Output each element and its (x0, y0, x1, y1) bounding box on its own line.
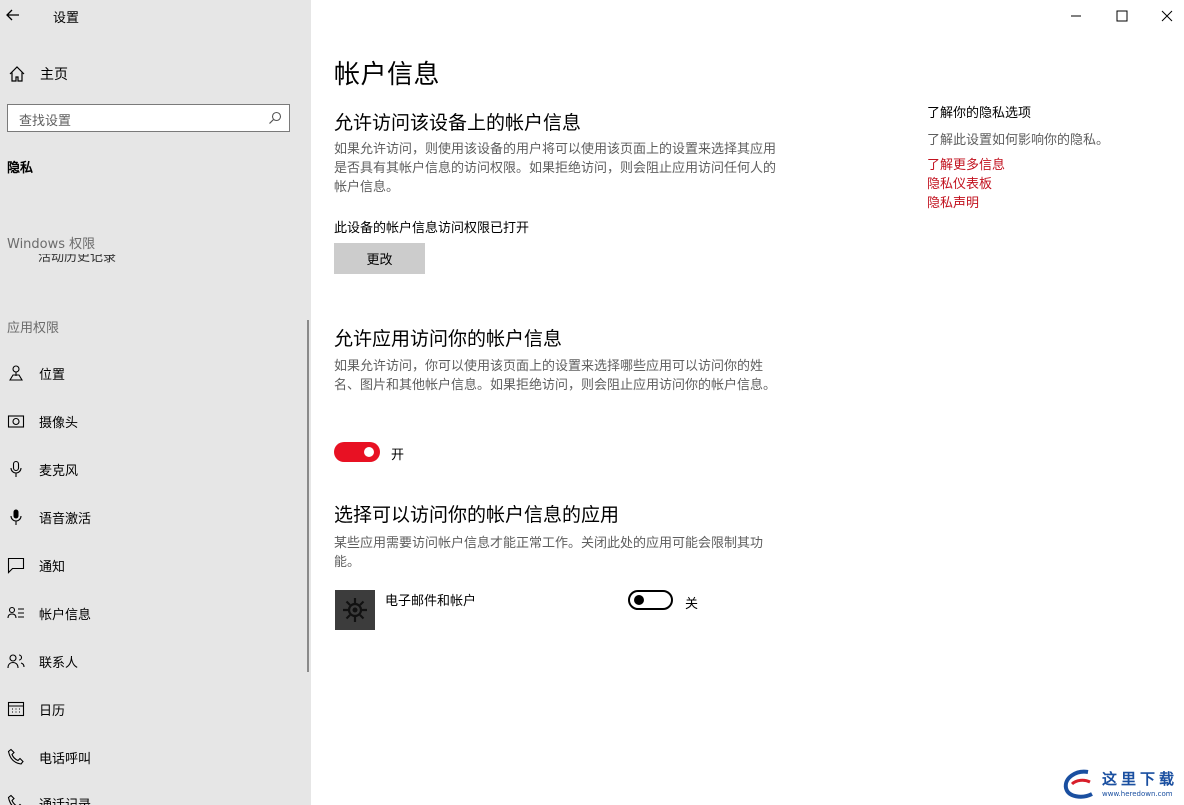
sidebar-item-label: 电话呼叫 (39, 751, 92, 767)
account-info-icon (7, 606, 24, 619)
location-icon (9, 365, 23, 381)
calendar-icon (7, 701, 25, 717)
home-label: 主页 (40, 67, 68, 83)
sidebar-item-phone[interactable]: 电话呼叫 (7, 746, 91, 768)
windows-permissions-heading: Windows 权限 (7, 237, 96, 252)
app-access-toggle[interactable] (334, 442, 380, 462)
minimize-button[interactable] (1066, 6, 1086, 26)
section-description-app-access: 如果允许访问，你可以使用该页面上的设置来选择哪些应用可以访问你的姓名、图片和其他… (334, 359, 777, 393)
sidebar-item-label: 麦克风 (39, 463, 79, 479)
sidebar-item-activity-history[interactable]: 活动历史记录 (7, 254, 207, 266)
maximize-icon (1116, 10, 1128, 22)
sidebar-item-label: 摄像头 (39, 415, 79, 431)
search-input[interactable]: 查找设置 (7, 104, 290, 132)
search-placeholder: 查找设置 (19, 114, 72, 129)
back-button[interactable] (6, 4, 26, 26)
toggle-knob (634, 595, 644, 605)
app-name-mail-accounts: 电子邮件和帐户 (385, 594, 477, 609)
watermark-logo: 这里下载 www.heredown.com (1058, 766, 1178, 802)
sidebar-item-call-history[interactable]: 通话记录 (7, 792, 91, 805)
section-heading-choose-apps: 选择可以访问你的帐户信息的应用 (334, 504, 620, 526)
minimize-icon (1071, 15, 1081, 17)
sidebar-item-label: 帐户信息 (39, 607, 92, 623)
device-access-status: 此设备的帐户信息访问权限已打开 (334, 221, 530, 236)
sidebar-item-label: 日历 (39, 703, 66, 719)
privacy-dashboard-link[interactable]: 隐私仪表板 (927, 173, 992, 192)
sidebar-item-label: 通知 (39, 559, 66, 575)
sidebar: 设置 主页 查找设置 隐私 Windows 权限 活动历史记录 应用权限 位置 … (0, 0, 311, 805)
camera-icon (7, 415, 25, 428)
home-icon (9, 66, 25, 82)
sidebar-item-label: 语音激活 (39, 511, 92, 527)
contacts-icon (7, 654, 25, 669)
privacy-heading: 隐私 (7, 161, 34, 176)
app-access-toggle-state: 开 (391, 448, 405, 463)
watermark-url: www.heredown.com (1102, 790, 1173, 798)
mail-accounts-toggle[interactable] (628, 590, 673, 610)
toggle-knob (364, 447, 374, 457)
mail-accounts-toggle-state: 关 (685, 597, 699, 612)
section-heading-app-access: 允许应用访问你的帐户信息 (334, 328, 563, 350)
activity-history-label: 活动历史记录 (38, 254, 117, 265)
sidebar-item-label: 位置 (39, 367, 66, 383)
page-title: 帐户信息 (334, 60, 441, 90)
section-description-choose-apps: 某些应用需要访问帐户信息才能正常工作。关闭此处的应用可能会限制其功能。 (334, 536, 764, 570)
app-title: 设置 (53, 11, 80, 26)
section-heading-device-access: 允许访问该设备上的帐户信息 (334, 112, 582, 134)
watermark-swirl-icon (1063, 769, 1093, 799)
sidebar-item-camera[interactable]: 摄像头 (7, 410, 78, 432)
change-button[interactable]: 更改 (334, 243, 425, 274)
sidebar-item-voice-activation[interactable]: 语音激活 (7, 506, 91, 528)
sidebar-item-contacts[interactable]: 联系人 (7, 650, 78, 672)
sidebar-scrollbar[interactable] (307, 320, 309, 672)
gear-icon (343, 598, 367, 622)
sidebar-item-label: 通话记录 (39, 797, 92, 805)
voice-activation-icon (10, 509, 22, 525)
sidebar-item-home[interactable]: 主页 (8, 64, 68, 84)
sidebar-item-calendar[interactable]: 日历 (7, 698, 65, 720)
sidebar-item-location[interactable]: 位置 (7, 362, 65, 384)
section-description-device-access: 如果允许访问，则使用该设备的用户将可以使用该页面上的设置来选择其应用是否具有其帐… (334, 142, 777, 195)
learn-more-link[interactable]: 了解更多信息 (927, 154, 1005, 173)
app-permissions-heading: 应用权限 (7, 321, 60, 336)
call-history-icon (7, 794, 22, 805)
maximize-button[interactable] (1112, 6, 1132, 26)
close-button[interactable] (1157, 6, 1177, 26)
sidebar-item-notification[interactable]: 通知 (7, 554, 65, 576)
sidebar-item-microphone[interactable]: 麦克风 (7, 458, 78, 480)
watermark-text: 这里下载 (1102, 770, 1179, 788)
phone-icon (7, 748, 24, 765)
close-icon (1161, 10, 1173, 22)
notification-icon (7, 557, 25, 574)
mail-accounts-app-icon (335, 590, 375, 630)
aside-title: 了解你的隐私选项 (927, 106, 1032, 121)
aside-description: 了解此设置如何影响你的隐私。 (927, 133, 1110, 148)
back-arrow-icon (6, 9, 19, 21)
search-icon[interactable] (268, 111, 282, 125)
privacy-statement-link[interactable]: 隐私声明 (927, 192, 979, 211)
sidebar-item-label: 联系人 (39, 655, 79, 671)
microphone-icon (10, 460, 22, 477)
sidebar-item-account-info[interactable]: 帐户信息 (7, 602, 91, 624)
